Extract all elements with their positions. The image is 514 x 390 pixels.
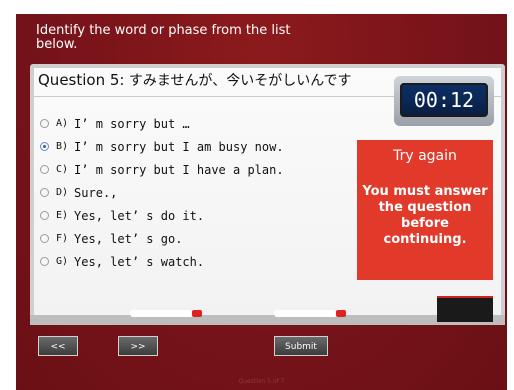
option-letter: E) xyxy=(56,210,69,221)
option-letter: C) xyxy=(56,164,69,175)
option-text: I’ m sorry but … xyxy=(74,116,190,131)
option-f[interactable]: F) Yes, let’ s go. xyxy=(40,227,360,250)
radio-button[interactable] xyxy=(40,234,49,243)
submit-button[interactable]: Submit xyxy=(274,336,328,356)
option-b[interactable]: B) I’ m sorry but I am busy now. xyxy=(40,135,360,158)
option-e[interactable]: E) Yes, let’ s do it. xyxy=(40,204,360,227)
option-letter: A) xyxy=(56,118,69,129)
feedback-message: You must answer the question before cont… xyxy=(362,184,488,247)
instruction-text: Identify the word or phase from the list… xyxy=(36,23,291,52)
option-letter: F) xyxy=(56,233,69,244)
next-button[interactable]: >> xyxy=(118,336,158,356)
option-text: Sure., xyxy=(74,185,118,200)
radio-button[interactable] xyxy=(40,119,49,128)
marker-cap xyxy=(192,310,202,317)
red-marker xyxy=(274,310,346,317)
option-text: Yes, let’ s go. xyxy=(74,231,183,246)
option-d[interactable]: D) Sure., xyxy=(40,181,360,204)
question-counter: Question 5 of 7 xyxy=(238,378,285,385)
radio-button[interactable] xyxy=(40,257,49,266)
feedback-popup: Try again You must answer the question b… xyxy=(357,140,493,280)
feedback-title: Try again xyxy=(393,148,457,164)
option-g[interactable]: G) Yes, let’ s watch. xyxy=(40,250,360,273)
question-heading: Question 5: すみませんが、今いそがしいんです xyxy=(38,70,378,90)
option-c[interactable]: C) I’ m sorry but I have a plan. xyxy=(40,158,360,181)
quiz-stage: Identify the word or phase from the list… xyxy=(16,14,507,390)
option-letter: G) xyxy=(56,256,69,267)
red-marker xyxy=(130,310,202,317)
option-text: Yes, let’ s do it. xyxy=(74,208,205,223)
radio-button[interactable] xyxy=(40,211,49,220)
board-eraser xyxy=(437,296,493,322)
timer-frame: 00:12 xyxy=(394,76,494,126)
radio-button[interactable] xyxy=(40,188,49,197)
option-text: I’ m sorry but I am busy now. xyxy=(74,139,284,154)
marker-cap xyxy=(336,310,346,317)
timer-display: 00:12 xyxy=(400,83,488,117)
answer-options: A) I’ m sorry but … B) I’ m sorry but I … xyxy=(40,112,360,273)
option-text: Yes, let’ s watch. xyxy=(74,254,205,269)
radio-button-selected[interactable] xyxy=(40,142,49,151)
option-letter: D) xyxy=(56,187,69,198)
question-text: すみませんが、今いそがしいんです xyxy=(128,73,352,89)
option-letter: B) xyxy=(56,141,69,152)
previous-button[interactable]: << xyxy=(38,336,78,356)
question-number: Question 5: xyxy=(38,71,125,89)
radio-button[interactable] xyxy=(40,165,49,174)
option-a[interactable]: A) I’ m sorry but … xyxy=(40,112,360,135)
option-text: I’ m sorry but I have a plan. xyxy=(74,162,284,177)
whiteboard: Question 5: すみませんが、今いそがしいんです 00:12 A) I’… xyxy=(30,64,505,324)
marker-tray xyxy=(30,315,505,325)
